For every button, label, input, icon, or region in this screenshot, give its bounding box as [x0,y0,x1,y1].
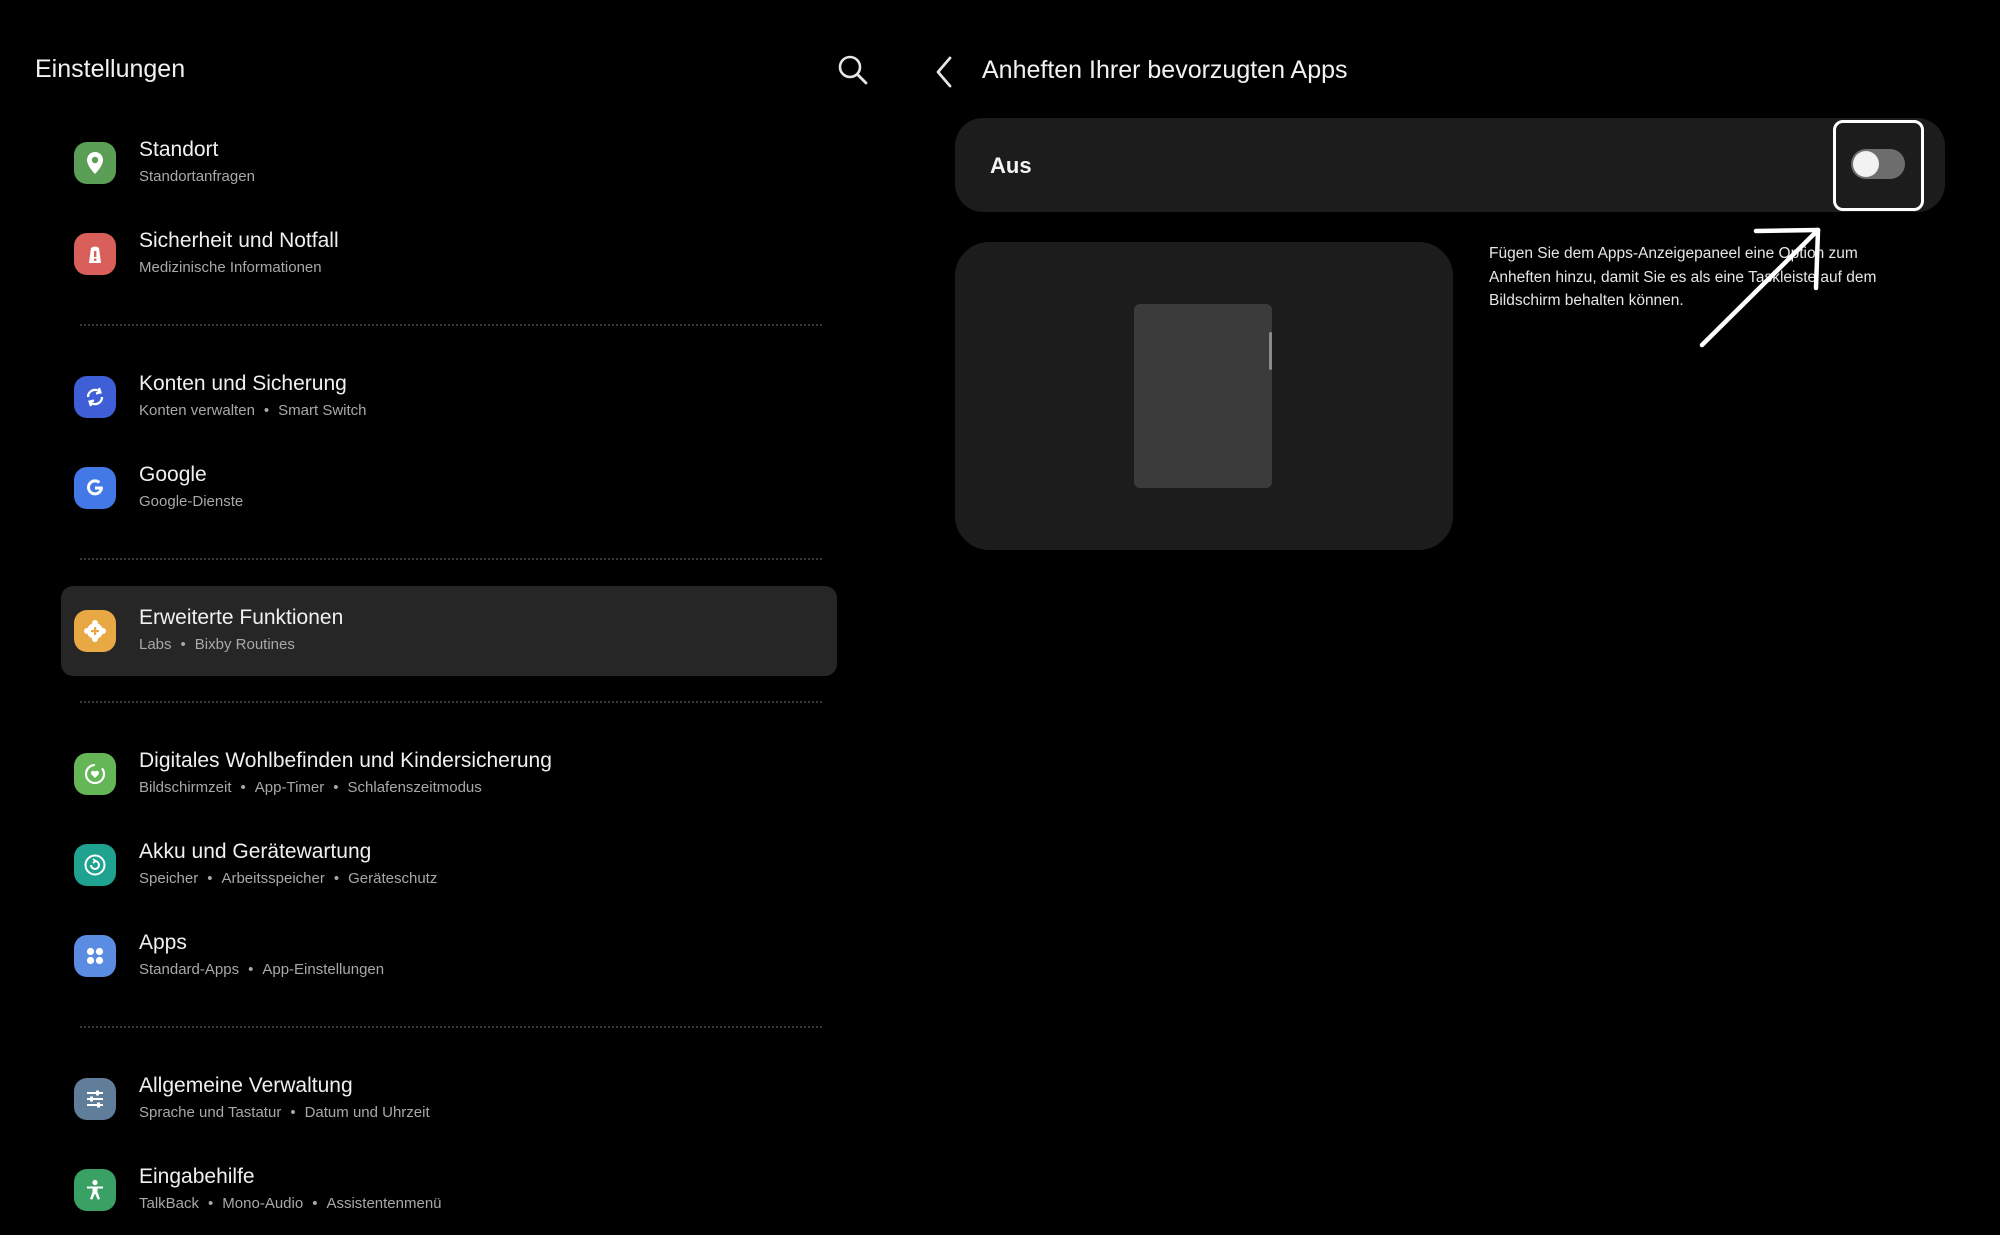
menu-item-subtitle: Medizinische Informationen [139,259,322,276]
group-divider [80,324,822,326]
group-divider [80,558,822,560]
group-divider [80,701,822,703]
menu-item-subtitle: Sprache und Tastatur • Datum und Uhrzeit [139,1104,430,1121]
settings-title: Einstellungen [35,55,186,83]
menu-item-sicherheit-und-notfall[interactable]: Sicherheit und Notfall Medizinische Infor… [61,209,837,299]
sliders-icon [74,1078,116,1120]
menu-item-title: Akku und Gerätewartung [139,840,372,863]
page-title: Anheften Ihrer bevorzugten Apps [982,56,1348,84]
subtitle-part: Geräteschutz [348,870,438,887]
separator-dot: • [312,1195,318,1212]
separator-dot: • [333,779,339,796]
pin-apps-toggle[interactable] [1851,149,1905,179]
subtitle-part: Schlafenszeitmodus [347,779,482,796]
preview-illustration [955,242,1453,550]
menu-item-subtitle: Bildschirmzeit • App-Timer • Schlafenszeitmo… [139,779,482,796]
menu-item-digitales-wohlbefinden-und-kindersicherung[interactable]: Digitales Wohlbefinden und Kindersicheru… [61,729,837,819]
menu-item-apps[interactable]: Apps Standard-Apps • App-Einstellungen [61,911,837,1001]
separator-dot: • [207,870,213,887]
menu-item-eingabehilfe[interactable]: Eingabehilfe TalkBack • Mono-Audio • Assisten… [61,1145,837,1235]
separator-dot: • [180,636,186,653]
search-button[interactable] [835,52,871,88]
separator-dot: • [290,1104,296,1121]
separator-dot: • [263,402,270,419]
subtitle-part: Standortanfragen [139,168,255,185]
subtitle-part: Standard-Apps [139,961,240,978]
search-icon [838,55,868,85]
back-button[interactable] [930,52,960,92]
preview-device-screen [1134,304,1272,488]
subtitle-part: Labs [139,636,172,653]
subtitle-part: App-Einstellungen [262,961,385,978]
separator-dot: • [248,961,254,978]
menu-item-title: Konten und Sicherung [139,372,347,395]
menu-item-subtitle: Speicher • Arbeitsspeicher • Geräteschutz [139,870,437,887]
menu-item-konten-und-sicherung[interactable]: Konten und Sicherung Konten verwalten • Sma… [61,352,837,442]
menu-item-title: Erweiterte Funktionen [139,606,344,629]
subtitle-part: Speicher [139,870,199,887]
menu-item-title: Standort [139,138,219,161]
alert-icon [74,233,116,275]
sync-icon [74,376,116,418]
subtitle-part: Bixby Routines [194,636,295,653]
subtitle-part: TalkBack [139,1195,200,1212]
plus-gear-icon [74,610,116,652]
menu-item-subtitle: Standortanfragen [139,168,255,185]
menu-item-subtitle: Google-Dienste [139,493,243,510]
menu-item-google[interactable]: Google Google-Dienste [61,443,837,533]
menu-item-title: Allgemeine Verwaltung [139,1074,353,1097]
menu-item-allgemeine-verwaltung[interactable]: Allgemeine Verwaltung Sprache und Tastatu… [61,1054,837,1144]
menu-item-title: Google [139,463,207,486]
back-arrow-icon [936,56,952,88]
subtitle-part: Sprache und Tastatur [139,1104,282,1121]
menu-item-subtitle: Standard-Apps • App-Einstellungen [139,961,384,978]
apps-icon [74,935,116,977]
subtitle-part: Mono-Audio [222,1195,304,1212]
subtitle-part: Assistentenmenü [326,1195,442,1212]
annotation-arrow-icon [1699,227,1821,348]
group-divider [80,1026,822,1028]
menu-item-subtitle: TalkBack • Mono-Audio • Assistentenmenü [139,1195,442,1212]
menu-item-title: Apps [139,931,187,954]
menu-item-subtitle: Konten verwalten • Smart Switch [139,402,367,419]
subtitle-part: Smart Switch [278,402,367,419]
menu-item-standort[interactable]: Standort Standortanfragen [61,118,837,208]
heart-circle-icon [74,753,116,795]
menu-item-title: Digitales Wohlbefinden und Kindersicheru… [139,749,552,772]
subtitle-part: Google-Dienste [139,493,244,510]
menu-item-title: Eingabehilfe [139,1165,255,1188]
subtitle-part: Medizinische Informationen [139,259,322,276]
accessibility-icon [74,1169,116,1211]
subtitle-part: Datum und Uhrzeit [304,1104,430,1121]
menu-item-subtitle: Labs • Bixby Routines [139,636,295,653]
separator-dot: • [208,1195,214,1212]
menu-item-erweiterte-funktionen[interactable]: Erweiterte Funktionen Labs • Bixby Routines [61,586,837,676]
menu-item-akku-und-gerätewartung[interactable]: Akku und Gerätewartung Speicher • Arbeitssp… [61,820,837,910]
menu-item-title: Sicherheit und Notfall [139,229,339,252]
switch-state-label: Aus [990,153,1032,178]
separator-dot: • [240,779,246,796]
pin-apps-switch-row[interactable]: Aus [955,118,1945,212]
settings-list-pane: Einstellungen Standort Standortanfragen Si… [0,0,880,1214]
subtitle-part: Bildschirmzeit [139,779,232,796]
subtitle-part: Arbeitsspeicher [221,870,325,887]
toggle-knob [1853,151,1879,177]
separator-dot: • [333,870,340,887]
subtitle-part: App-Timer [254,779,325,796]
google-icon [74,467,116,509]
location-icon [74,142,116,184]
preview-panel-handle [1269,332,1272,370]
refresh-circle-icon [74,844,116,886]
subtitle-part: Konten verwalten [139,402,255,419]
